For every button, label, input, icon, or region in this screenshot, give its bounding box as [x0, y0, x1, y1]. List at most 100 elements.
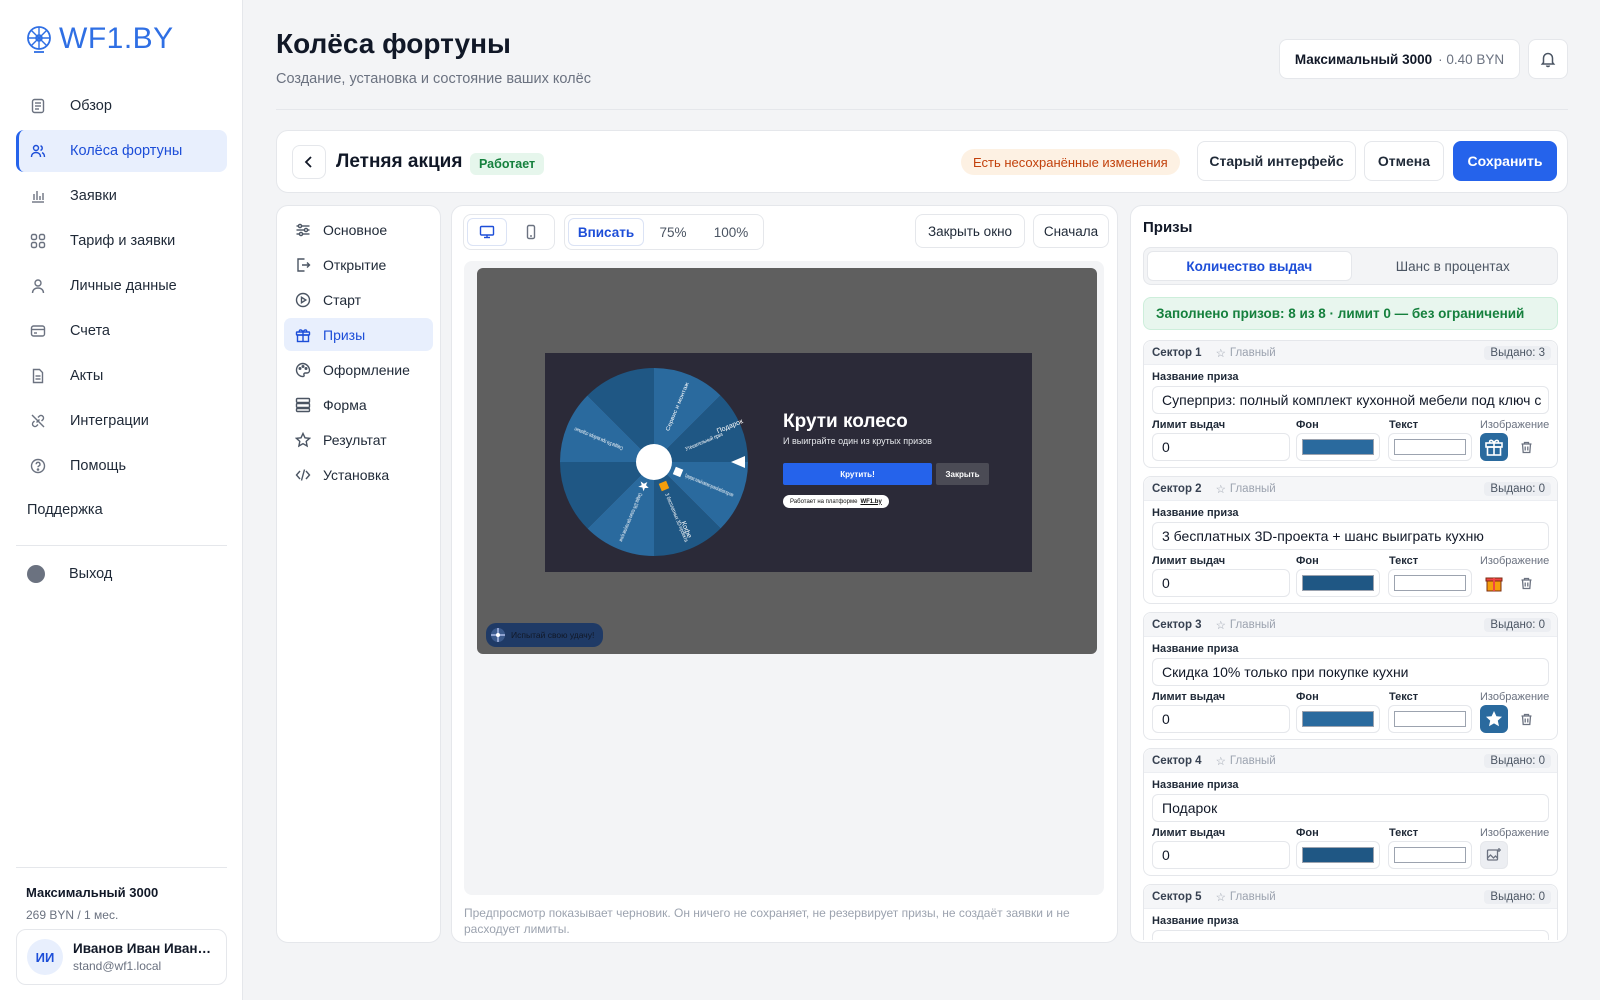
play-icon	[294, 291, 312, 309]
prize-name-input[interactable]: Скидка 10% только при покупке кухни	[1152, 658, 1549, 686]
menu-item-start[interactable]: Старт	[284, 283, 433, 316]
avatar: ИИ	[27, 939, 63, 975]
platform-badge[interactable]: Работает на платформе WF1.by	[783, 495, 889, 508]
limit-input[interactable]: 0	[1152, 433, 1290, 461]
main-label: Главный	[1229, 618, 1276, 631]
menu-item-form[interactable]: Форма	[284, 388, 433, 421]
name-label: Название приза	[1152, 507, 1239, 519]
page-subtitle: Создание, установка и состояние ваших ко…	[276, 71, 591, 87]
name-label: Название приза	[1152, 915, 1239, 927]
main-toggle[interactable]: ☆ Главный	[1216, 754, 1276, 768]
divider	[16, 545, 227, 546]
grid-icon	[28, 231, 48, 251]
brand-logo[interactable]: WF1.BY	[25, 22, 174, 56]
old-interface-button[interactable]: Старый интерфейс	[1197, 141, 1356, 181]
support-link[interactable]: Поддержка	[27, 502, 103, 518]
popup-close-button[interactable]: Закрыть	[936, 463, 989, 485]
mobile-toggle[interactable]	[512, 218, 551, 246]
tab-count[interactable]: Количество выдач	[1147, 251, 1352, 281]
main-toggle[interactable]: ☆ Главный	[1216, 346, 1276, 360]
nav-label: Акты	[70, 368, 104, 384]
door-icon	[294, 256, 312, 274]
prize-image-button[interactable]	[1480, 841, 1508, 869]
document-icon	[28, 96, 48, 116]
bg-color-picker[interactable]	[1296, 705, 1380, 733]
nav-item-integrations[interactable]: Интеграции	[16, 400, 227, 442]
bg-color-picker[interactable]	[1296, 569, 1380, 597]
bg-color-picker[interactable]	[1296, 841, 1380, 869]
limit-input[interactable]: 0	[1152, 841, 1290, 869]
prize-image-button[interactable]	[1480, 569, 1508, 597]
prize-name-input[interactable]: Подарок	[1152, 794, 1549, 822]
nav-item-overview[interactable]: Обзор	[16, 85, 227, 127]
notifications-button[interactable]	[1528, 39, 1568, 79]
prize-name-input[interactable]: Суперприз: полный комплект кухонной мебе…	[1152, 386, 1549, 414]
nav-item-profile[interactable]: Личные данные	[16, 265, 227, 307]
limit-input[interactable]: 0	[1152, 569, 1290, 597]
zoom-100[interactable]: 100%	[702, 218, 760, 246]
balance-badge[interactable]: Максимальный 3000 · 0.40 BYN	[1279, 39, 1520, 79]
delete-sector-button[interactable]	[1518, 711, 1534, 727]
teaser-button[interactable]: Испытай свою удачу!	[486, 623, 604, 647]
nav-item-acts[interactable]: Акты	[16, 355, 227, 397]
spin-button[interactable]: Крутить!	[783, 463, 932, 485]
nav-item-leads[interactable]: Заявки	[16, 175, 227, 217]
zoom-switch: Вписать 75% 100%	[564, 214, 764, 250]
zoom-75[interactable]: 75%	[644, 218, 702, 246]
link-icon	[28, 411, 48, 431]
delete-sector-button[interactable]	[1518, 847, 1534, 863]
close-window-button[interactable]: Закрыть окно	[915, 214, 1025, 248]
menu-item-prizes[interactable]: Призы	[284, 318, 433, 351]
text-color-picker[interactable]	[1388, 705, 1472, 733]
delete-sector-button[interactable]	[1518, 439, 1534, 455]
menu-label: Установка	[323, 466, 390, 483]
balance-plan: Максимальный 3000	[1294, 51, 1433, 67]
zoom-fit[interactable]: Вписать	[568, 218, 644, 246]
prize-name-input[interactable]: 3 бесплатных 3D-проекта + шанс выиграть …	[1152, 522, 1549, 550]
main-toggle[interactable]: ☆ Главный	[1216, 482, 1276, 496]
text-label: Текст	[1389, 419, 1419, 431]
menu-item-install[interactable]: Установка	[284, 458, 433, 491]
text-label: Текст	[1389, 691, 1419, 703]
user-card[interactable]: ИИ Иванов Иван Иванович stand@wf1.local	[16, 929, 227, 985]
desktop-toggle[interactable]	[467, 218, 507, 246]
main-label: Главный	[1229, 754, 1276, 767]
nav-item-tariff[interactable]: Тариф и заявки	[16, 220, 227, 262]
nav-item-help[interactable]: Помощь	[16, 445, 227, 487]
menu-item-basic[interactable]: Основное	[284, 213, 433, 246]
text-color-picker[interactable]	[1388, 433, 1472, 461]
bg-color-picker[interactable]	[1296, 433, 1380, 461]
nav-item-wheels[interactable]: Колёса фортуны	[16, 130, 227, 172]
bar-chart-icon	[28, 186, 48, 206]
file-icon	[28, 366, 48, 386]
cancel-button[interactable]: Отмена	[1364, 141, 1444, 181]
sector-title: Сектор 4	[1152, 754, 1202, 767]
prize-name-input[interactable]	[1152, 930, 1549, 940]
menu-item-design[interactable]: Оформление	[284, 353, 433, 386]
sector-title: Сектор 1	[1152, 346, 1202, 359]
main-toggle[interactable]: ☆ Главный	[1216, 618, 1276, 632]
text-color-picker[interactable]	[1388, 569, 1472, 597]
logout-button[interactable]: Выход	[27, 565, 112, 583]
restart-button[interactable]: Сначала	[1033, 214, 1109, 248]
prize-image-button[interactable]	[1480, 705, 1508, 733]
text-color-swatch	[1394, 575, 1466, 591]
status-badge: Работает	[470, 153, 545, 175]
back-button[interactable]	[292, 145, 326, 179]
card-icon	[28, 321, 48, 341]
menu-item-opening[interactable]: Открытие	[284, 248, 433, 281]
bell-icon	[1540, 52, 1556, 68]
limit-input[interactable]: 0	[1152, 705, 1290, 733]
text-color-picker[interactable]	[1388, 841, 1472, 869]
save-button[interactable]: Сохранить	[1453, 141, 1557, 181]
menu-item-result[interactable]: Результат	[284, 423, 433, 456]
prize-image-button[interactable]	[1480, 433, 1508, 461]
plan-name: Максимальный 3000	[26, 885, 159, 900]
limit-label: Лимит выдач	[1152, 691, 1226, 703]
brand-name: WF1.BY	[59, 22, 174, 55]
tab-percent[interactable]: Шанс в процентах	[1352, 251, 1555, 281]
bg-color-swatch	[1302, 439, 1374, 455]
delete-sector-button[interactable]	[1518, 575, 1534, 591]
nav-item-invoices[interactable]: Счета	[16, 310, 227, 352]
main-toggle[interactable]: ☆ Главный	[1216, 890, 1276, 904]
